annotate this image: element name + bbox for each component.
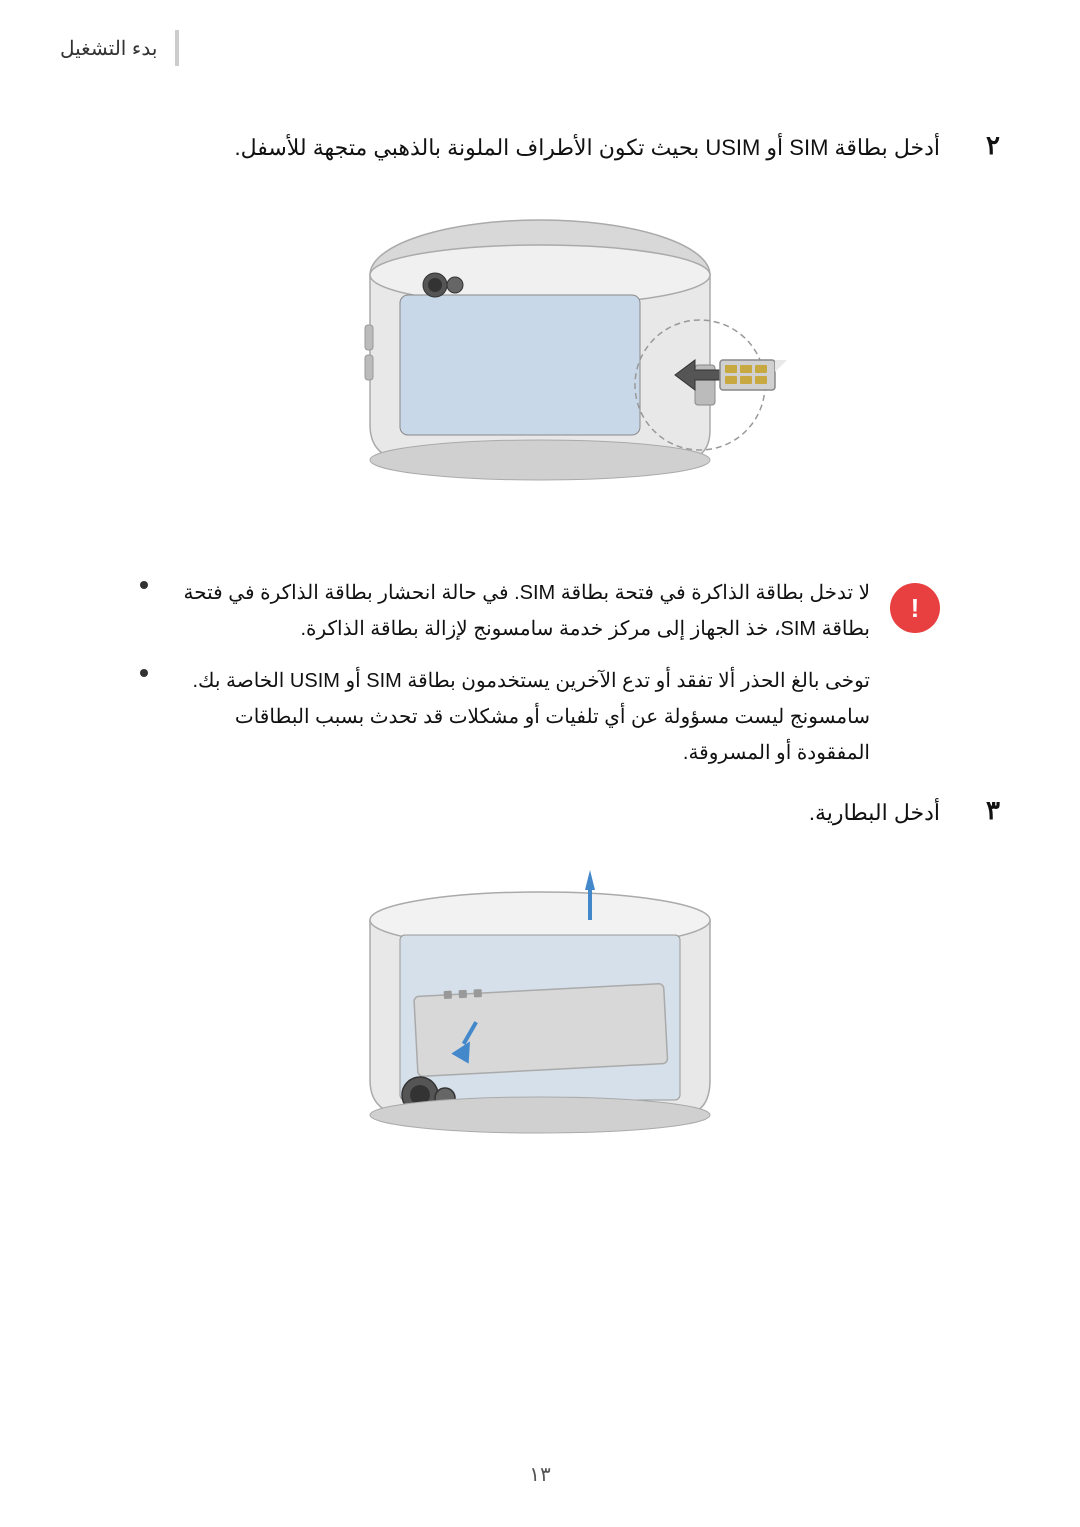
bullet-2	[140, 669, 148, 677]
notes-section: ! لا تدخل بطاقة الذاكرة في فتحة بطاقة SI…	[140, 575, 940, 775]
bullet-1	[140, 581, 148, 589]
note-1-text: لا تدخل بطاقة الذاكرة في فتحة بطاقة SIM.…	[160, 575, 870, 647]
step-2-row: ٢ أدخل بطاقة SIM أو USIM بحيث تكون الأطر…	[80, 130, 1000, 165]
warning-icon: !	[890, 583, 940, 633]
step-2-text: أدخل بطاقة SIM أو USIM بحيث تكون الأطراف…	[80, 130, 940, 165]
note-2: توخى بالغ الحذر ألا تفقد أو تدع الآخرين …	[140, 663, 870, 771]
step-3-number: ٣	[960, 795, 1000, 826]
note-2-text: توخى بالغ الحذر ألا تفقد أو تدع الآخرين …	[160, 663, 870, 771]
step-3-text: أدخل البطارية.	[80, 795, 940, 830]
step-3-section: ٣ أدخل البطارية.	[80, 795, 1000, 830]
header-title: بدء التشغيل	[60, 36, 157, 61]
step-2-section: ٢ أدخل بطاقة SIM أو USIM بحيث تكون الأطر…	[80, 130, 1000, 165]
page-header: بدء التشغيل	[60, 30, 179, 66]
sim-insertion-diagram	[280, 195, 800, 535]
sim-illustration-container	[80, 195, 1000, 535]
battery-illustration-container: SAMSUNG	[80, 860, 1000, 1160]
step-2-number: ٢	[960, 130, 1000, 161]
note-1: لا تدخل بطاقة الذاكرة في فتحة بطاقة SIM.…	[140, 575, 870, 647]
step-3-row: ٣ أدخل البطارية.	[80, 795, 1000, 830]
warning-exclamation-mark: !	[911, 595, 920, 621]
notes-text-block: لا تدخل بطاقة الذاكرة في فتحة بطاقة SIM.…	[140, 575, 870, 775]
page-container: بدء التشغيل ٢ أدخل بطاقة SIM أو USIM بحي…	[0, 0, 1080, 1527]
page-number: ١٣	[529, 1462, 550, 1487]
battery-insertion-diagram: SAMSUNG	[290, 860, 790, 1160]
header-divider	[175, 30, 179, 66]
